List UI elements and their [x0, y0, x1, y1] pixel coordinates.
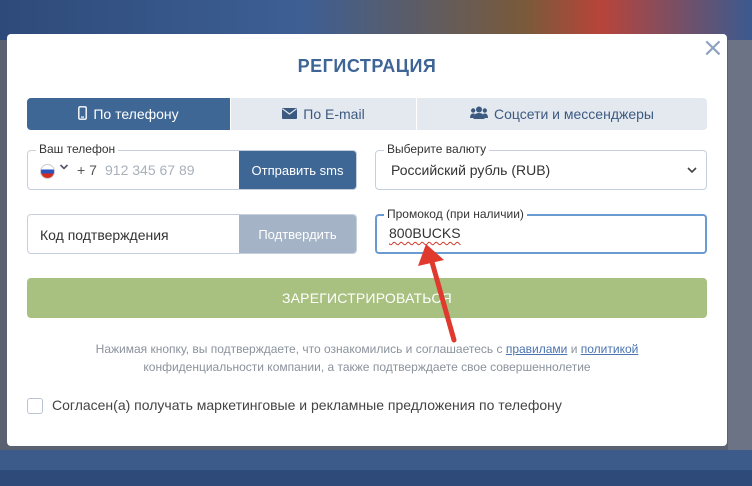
background-side [728, 40, 752, 460]
currency-select[interactable]: Российский рубль (RUB) [375, 150, 707, 190]
country-code: + 7 [77, 162, 97, 178]
confirm-button[interactable]: Подтвердить [239, 215, 356, 253]
tab-phone-label: По телефону [93, 106, 179, 122]
envelope-icon [282, 107, 298, 122]
users-icon [469, 106, 488, 122]
phone-icon [78, 105, 88, 123]
promo-code-label: Промокод (при наличии) [384, 207, 527, 221]
tab-social-label: Соцсети и мессенджеры [493, 106, 654, 122]
send-sms-button[interactable]: Отправить sms [239, 151, 356, 189]
tab-email[interactable]: По E-mail [231, 98, 417, 130]
confirmation-code-field: Подтвердить [27, 214, 357, 254]
rules-link[interactable]: правилами [506, 342, 568, 356]
chevron-down-icon[interactable] [59, 162, 69, 175]
marketing-checkbox-label: Согласен(а) получать маркетинговые и рек… [52, 397, 562, 413]
modal-title: РЕГИСТРАЦИЯ [297, 56, 437, 76]
tab-social[interactable]: Соцсети и мессенджеры [417, 98, 707, 130]
terms-text: Нажимая кнопку, вы подтверждаете, что оз… [60, 340, 674, 376]
currency-label: Выберите валюту [384, 142, 490, 156]
tab-phone[interactable]: По телефону [27, 98, 231, 130]
phone-field: + 7 Отправить sms [27, 150, 357, 190]
confirmation-code-input[interactable] [40, 225, 230, 245]
terms-and: и [567, 342, 581, 356]
promo-code-input[interactable]: 800BUCKS [389, 225, 461, 241]
phone-input[interactable] [105, 160, 235, 180]
terms-text-after: конфиденциальности компании, а также под… [143, 360, 591, 374]
currency-value: Российский рубль (RUB) [391, 162, 551, 178]
tab-email-label: По E-mail [303, 106, 365, 122]
policy-link[interactable]: политикой [581, 342, 639, 356]
chevron-down-icon [686, 163, 698, 175]
background-stripe [0, 470, 752, 486]
register-button[interactable]: ЗАРЕГИСТРИРОВАТЬСЯ [27, 278, 707, 318]
terms-text-before: Нажимая кнопку, вы подтверждаете, что оз… [95, 342, 506, 356]
marketing-checkbox[interactable] [27, 398, 43, 414]
registration-tabs: По телефону По E-mail Соцсети и мессендж… [27, 98, 707, 130]
close-icon[interactable]: × [702, 35, 724, 61]
phone-label: Ваш телефон [36, 142, 119, 156]
russia-flag-icon[interactable] [40, 164, 55, 179]
